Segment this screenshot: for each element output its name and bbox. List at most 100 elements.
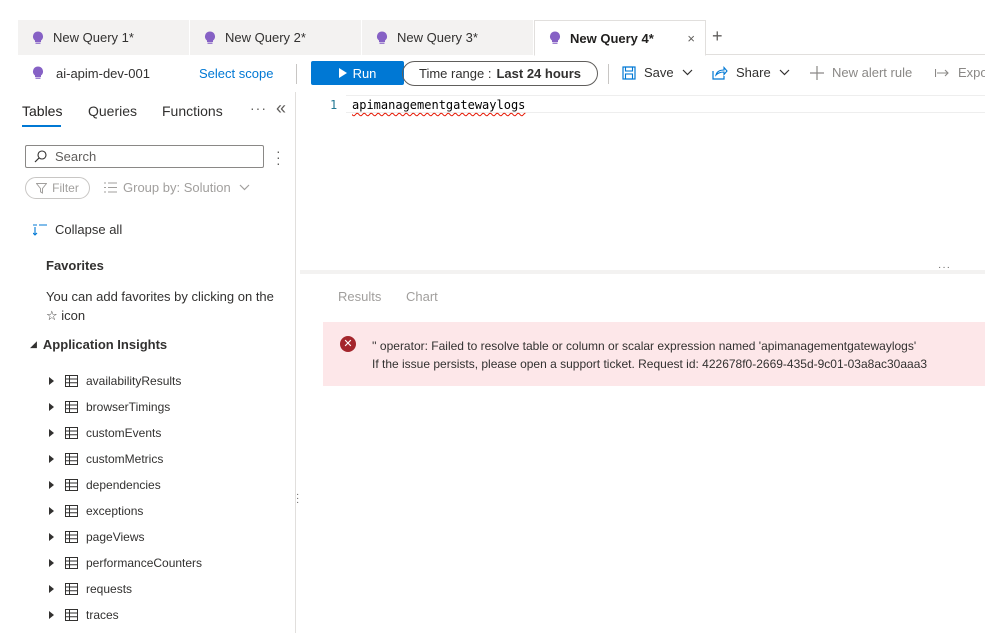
table-tree-item[interactable]: customMetrics — [46, 446, 202, 472]
expand-caret-icon[interactable] — [49, 533, 54, 541]
share-icon — [712, 65, 728, 80]
expand-caret-icon[interactable] — [49, 455, 54, 463]
close-tab-icon[interactable]: × — [687, 31, 695, 46]
table-tree-item[interactable]: traces — [46, 602, 202, 628]
application-insights-group[interactable]: ◢ Application Insights — [30, 337, 167, 352]
panel-splitter-handle[interactable]: · · · — [296, 490, 300, 508]
tab-results[interactable]: Results — [338, 289, 381, 304]
lightbulb-icon — [33, 31, 43, 44]
table-tree-item[interactable]: performanceCounters — [46, 550, 202, 576]
table-icon — [65, 401, 78, 413]
time-range-picker[interactable]: Time range : Last 24 hours — [402, 61, 598, 86]
chevron-down-icon — [239, 184, 250, 191]
toolbar-divider — [608, 64, 609, 84]
table-name: customEvents — [86, 426, 162, 440]
new-tab-button[interactable]: + — [712, 27, 723, 45]
table-name: availabilityResults — [86, 374, 182, 388]
query-text[interactable]: apimanagementgatewaylogs — [352, 98, 525, 112]
expand-caret-icon[interactable] — [49, 481, 54, 489]
tab-label: New Query 2* — [225, 30, 306, 45]
table-icon — [65, 453, 78, 465]
save-label: Save — [644, 65, 674, 80]
group-by-label: Group by: Solution — [123, 180, 231, 195]
table-tree-item[interactable]: availabilityResults — [46, 368, 202, 394]
line-number: 1 — [330, 98, 338, 112]
favorites-heading: Favorites — [46, 258, 104, 273]
tab-label: New Query 1* — [53, 30, 134, 45]
expand-caret-icon[interactable] — [49, 559, 54, 567]
tab-label: New Query 3* — [397, 30, 478, 45]
query-editor[interactable]: 1 apimanagementgatewaylogs — [300, 92, 985, 272]
group-by-dropdown[interactable]: Group by: Solution — [104, 180, 256, 195]
table-icon — [65, 505, 78, 517]
collapse-panel-icon[interactable]: « — [276, 98, 286, 119]
chevron-down-icon — [779, 69, 790, 76]
table-name: dependencies — [86, 478, 161, 492]
expand-caret-icon[interactable] — [49, 377, 54, 385]
share-button[interactable]: Share — [712, 65, 798, 80]
expand-caret-icon[interactable] — [49, 611, 54, 619]
table-tree-item[interactable]: exceptions — [46, 498, 202, 524]
collapse-all-label: Collapse all — [55, 222, 123, 237]
table-name: browserTimings — [86, 400, 171, 414]
expand-caret-icon[interactable] — [49, 403, 54, 411]
error-line-1: '' operator: Failed to resolve table or … — [372, 339, 917, 353]
search-icon — [34, 150, 47, 163]
time-range-value: Last 24 hours — [496, 66, 582, 81]
tab-new-query-2[interactable]: New Query 2* — [190, 20, 362, 55]
table-tree-item[interactable]: dependencies — [46, 472, 202, 498]
expand-caret-icon[interactable] — [49, 507, 54, 515]
resize-handle-icon[interactable]: ··· — [938, 262, 951, 273]
run-button[interactable]: Run — [311, 61, 404, 85]
tab-new-query-1[interactable]: New Query 1* — [18, 20, 190, 55]
collapse-all-button[interactable]: Collapse all — [33, 222, 122, 237]
table-tree: availabilityResults browserTimings customE… — [46, 368, 202, 628]
table-icon — [65, 609, 78, 621]
table-icon — [65, 479, 78, 491]
query-tab-strip: New Query 1* New Query 2* New Query 3* N… — [18, 20, 985, 56]
tab-chart[interactable]: Chart — [406, 289, 438, 304]
tab-label: New Query 4* — [570, 30, 654, 46]
table-tree-item[interactable]: browserTimings — [46, 394, 202, 420]
filter-button[interactable]: Filter — [25, 177, 90, 199]
table-tree-item[interactable]: customEvents — [46, 420, 202, 446]
new-alert-rule-label: New alert rule — [832, 65, 913, 80]
table-name: pageViews — [86, 530, 145, 544]
new-alert-rule-button[interactable]: New alert rule — [810, 65, 912, 80]
tab-new-query-3[interactable]: New Query 3* — [362, 20, 534, 55]
table-icon — [65, 427, 78, 439]
table-name: customMetrics — [86, 452, 164, 466]
schema-search-box — [25, 145, 264, 168]
play-icon — [338, 68, 347, 78]
schema-tabs: Tables Queries Functions ··· « — [22, 92, 296, 128]
collapse-all-icon — [33, 223, 47, 236]
query-toolbar: ai-apim-dev-001 Select scope Run Time ra… — [18, 56, 985, 92]
lightbulb-icon — [377, 31, 387, 44]
error-icon: ✕ — [340, 336, 356, 352]
table-icon — [65, 557, 78, 569]
table-tree-item[interactable]: requests — [46, 576, 202, 602]
expand-caret-icon[interactable] — [49, 585, 54, 593]
export-arrow-icon — [935, 68, 949, 77]
tab-functions[interactable]: Functions — [162, 103, 223, 119]
group-title: Application Insights — [42, 337, 168, 352]
tab-new-query-4[interactable]: New Query 4* × — [534, 20, 706, 56]
tab-queries[interactable]: Queries — [88, 103, 137, 119]
run-label: Run — [352, 65, 377, 81]
expand-caret-icon[interactable] — [49, 429, 54, 437]
tab-tables[interactable]: Tables — [22, 103, 62, 119]
more-options-icon[interactable]: ··· — [250, 100, 267, 116]
table-name: performanceCounters — [86, 556, 203, 570]
lightbulb-icon — [205, 31, 215, 44]
pane-divider[interactable] — [300, 270, 985, 274]
export-button[interactable]: Expo — [935, 65, 985, 80]
caret-down-icon: ◢ — [30, 339, 37, 349]
time-range-label: Time range : — [418, 66, 492, 81]
table-tree-item[interactable]: pageViews — [46, 524, 202, 550]
search-input[interactable] — [55, 149, 245, 164]
vertical-more-icon[interactable]: · · · — [276, 144, 281, 170]
select-scope-link[interactable]: Select scope — [199, 66, 273, 81]
save-button[interactable]: Save — [622, 65, 701, 80]
favorites-description: You can add favorites by clicking on the… — [46, 289, 274, 323]
table-name: traces — [86, 608, 119, 622]
